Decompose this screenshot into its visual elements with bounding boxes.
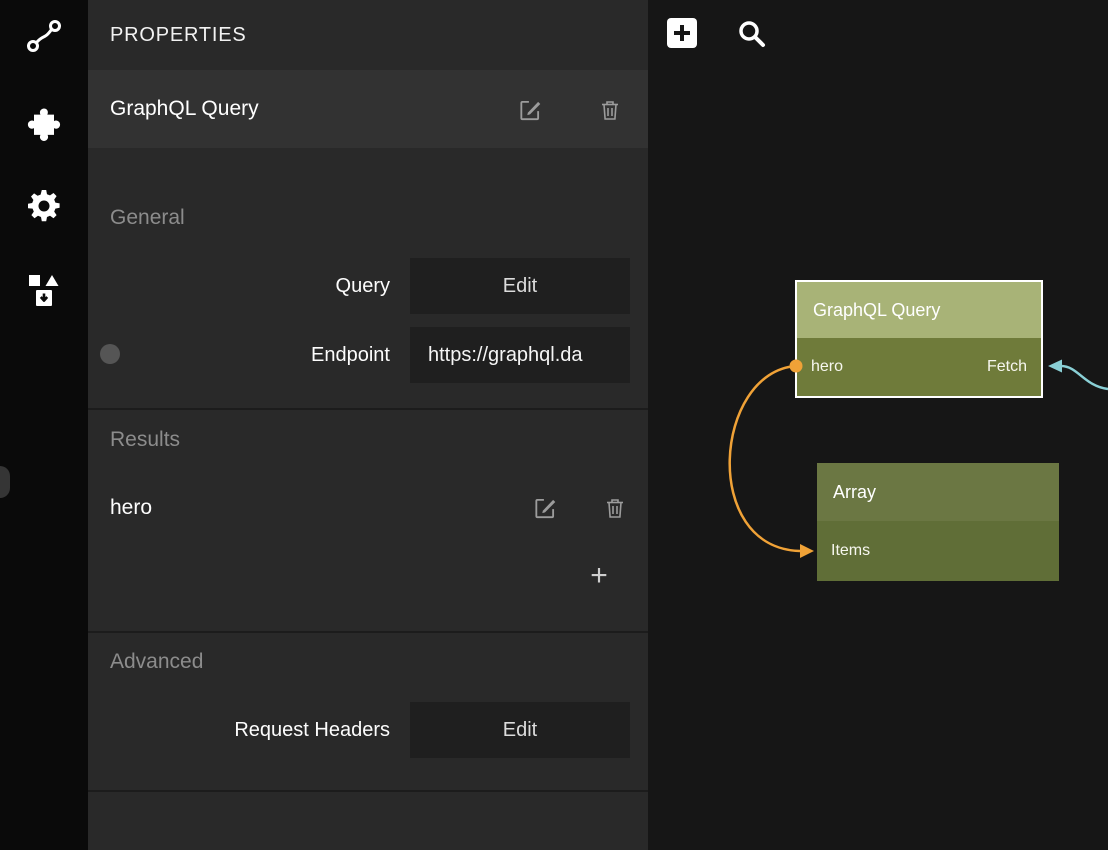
endpoint-label: Endpoint xyxy=(88,327,390,383)
properties-panel: PROPERTIES GraphQL Query General Query E… xyxy=(88,0,648,850)
port-items[interactable]: Items xyxy=(831,542,870,560)
plugins-icon[interactable] xyxy=(24,104,64,149)
node-graphql-query[interactable]: GraphQL Query hero Fetch xyxy=(795,280,1043,398)
connections-layer xyxy=(648,0,1108,850)
selected-node-row[interactable]: GraphQL Query xyxy=(88,70,648,148)
app-window: { "sidebar": { "items": [ { "icon": "nod… xyxy=(0,0,1108,850)
node-title[interactable]: Array xyxy=(817,463,1059,521)
port-fetch[interactable]: Fetch xyxy=(987,358,1027,376)
trash-icon[interactable] xyxy=(598,98,624,124)
request-headers-edit-button[interactable]: Edit xyxy=(410,702,630,758)
query-edit-button[interactable]: Edit xyxy=(410,258,630,314)
panel-collapse-handle[interactable] xyxy=(0,466,10,498)
node-canvas[interactable]: GraphQL Query hero Fetch Array Items xyxy=(648,0,1108,850)
connection-orange[interactable] xyxy=(730,366,800,551)
components-icon[interactable] xyxy=(24,270,64,315)
settings-icon[interactable] xyxy=(24,186,64,231)
section-advanced: Advanced xyxy=(110,650,203,674)
query-label: Query xyxy=(88,258,390,314)
node-title[interactable]: GraphQL Query xyxy=(797,282,1041,338)
node-array[interactable]: Array Items xyxy=(817,463,1059,581)
add-node-icon[interactable] xyxy=(666,17,698,54)
connection-cyan[interactable] xyxy=(1061,366,1108,389)
search-icon[interactable] xyxy=(736,18,768,55)
panel-title: PROPERTIES xyxy=(88,0,648,70)
section-results: Results xyxy=(110,428,180,452)
divider xyxy=(88,408,648,410)
endpoint-row: Endpoint xyxy=(88,327,648,383)
request-headers-label: Request Headers xyxy=(88,702,390,758)
divider xyxy=(88,790,648,792)
divider xyxy=(88,631,648,633)
port-hero[interactable]: hero xyxy=(811,358,843,376)
nodes-icon[interactable] xyxy=(24,16,64,61)
node-port-row: Items xyxy=(817,521,1059,581)
result-item-hero[interactable]: hero xyxy=(110,480,152,536)
query-row: Query Edit xyxy=(88,258,648,314)
connection-cyan-arrowhead xyxy=(1048,360,1062,373)
endpoint-input[interactable] xyxy=(410,327,630,383)
node-port-row: hero Fetch xyxy=(797,338,1041,396)
edit-icon[interactable] xyxy=(532,495,558,521)
edit-icon[interactable] xyxy=(517,97,543,123)
section-general: General xyxy=(110,206,185,230)
connection-orange-arrowhead xyxy=(800,544,814,558)
request-headers-row: Request Headers Edit xyxy=(88,702,648,758)
add-result-button[interactable]: + xyxy=(583,558,615,594)
selected-node-title: GraphQL Query xyxy=(110,97,259,121)
trash-icon[interactable] xyxy=(603,496,629,522)
left-toolbar xyxy=(0,0,88,850)
